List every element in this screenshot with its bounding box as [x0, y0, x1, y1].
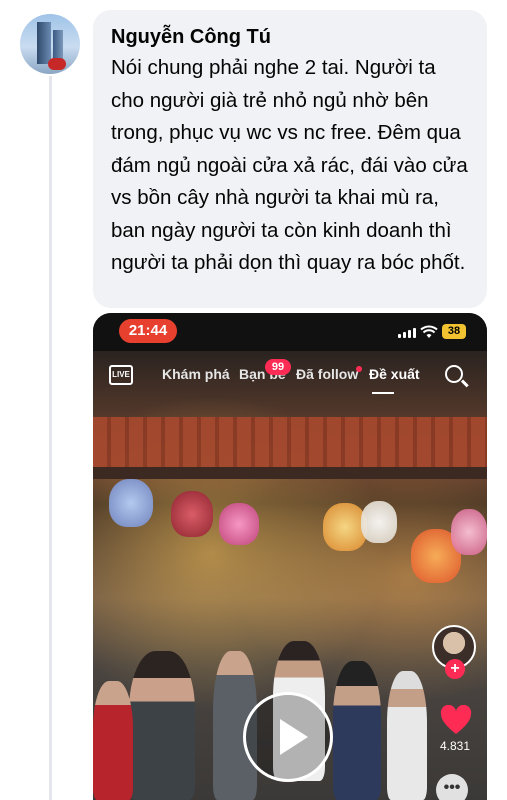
signal-icon: [398, 328, 416, 338]
roof-tiles: [93, 417, 487, 467]
like-count: 4.831: [439, 739, 471, 753]
attached-screenshot[interactable]: 21:44 38 + 4.831 ••• LIVE Khám phá Bạn b…: [93, 313, 487, 800]
battery-indicator: 38: [442, 324, 466, 339]
thread-line: [49, 76, 52, 800]
lantern: [219, 503, 259, 545]
following-dot-badge: [356, 366, 362, 372]
lantern: [361, 501, 397, 543]
play-icon[interactable]: [243, 692, 333, 782]
avatar-building: [37, 22, 51, 64]
search-icon[interactable]: [445, 365, 463, 383]
roof-eave: [93, 467, 487, 479]
status-time: 21:44: [119, 319, 177, 343]
heart-icon[interactable]: [440, 705, 472, 735]
app-top-nav: LIVE Khám phá Bạn bè 99 Đã follow Đề xuấ…: [93, 351, 487, 395]
avatar-badge: [48, 58, 66, 70]
wifi-icon: [420, 325, 438, 338]
tab-explore[interactable]: Khám phá: [162, 366, 230, 382]
more-icon[interactable]: •••: [436, 774, 468, 800]
person: [93, 681, 133, 800]
comment-author[interactable]: Nguyễn Công Tú: [111, 24, 469, 50]
status-bar: 21:44 38: [93, 313, 487, 351]
live-icon[interactable]: LIVE: [109, 365, 133, 385]
avatar[interactable]: [20, 14, 80, 74]
video-frame[interactable]: + 4.831 •••: [93, 351, 487, 800]
lantern: [451, 509, 487, 555]
active-tab-underline: [372, 392, 394, 394]
friends-count-badge: 99: [265, 359, 291, 375]
lantern: [109, 479, 153, 527]
tab-following[interactable]: Đã follow: [296, 366, 358, 382]
person: [387, 671, 427, 800]
comment-bubble: Nguyễn Công Tú Nói chung phải nghe 2 tai…: [93, 10, 487, 308]
follow-plus-icon[interactable]: +: [445, 659, 465, 679]
lantern: [171, 491, 213, 537]
comment-text: Nói chung phải nghe 2 tai. Người ta cho …: [111, 56, 468, 274]
person: [333, 661, 381, 800]
person: [129, 651, 195, 800]
tab-for-you[interactable]: Đề xuất: [369, 366, 420, 382]
